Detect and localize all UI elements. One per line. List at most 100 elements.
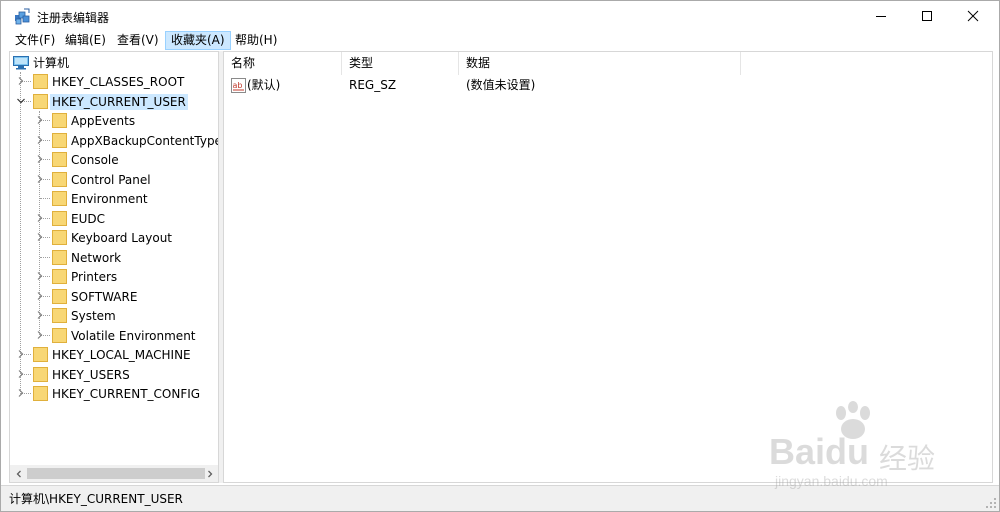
folder-icon <box>33 74 48 89</box>
menu-bar: 文件(F) 编辑(E) 查看(V) 收藏夹(A) 帮助(H) <box>1 31 999 50</box>
watermark-url: jingyan.baidu.com <box>775 473 888 489</box>
folder-icon <box>33 386 48 401</box>
menu-help[interactable]: 帮助(H) <box>230 31 282 50</box>
tree-label: HKEY_USERS <box>52 368 130 382</box>
list-header: 名称 类型 数据 <box>224 52 992 75</box>
tree-label: HKEY_CURRENT_CONFIG <box>52 387 201 401</box>
tree-item[interactable]: Console <box>10 150 218 169</box>
tree-label: Keyboard Layout <box>71 231 173 245</box>
key-tree-pane[interactable]: 计算机 HKEY_CLASSES_ROOT HKEY_CURRENT_USER Ap… <box>9 51 219 483</box>
folder-icon <box>52 133 67 148</box>
tree-item[interactable]: AppXBackupContentType <box>10 131 219 150</box>
watermark-brand: Baidu <box>769 431 870 472</box>
column-header-data[interactable]: 数据 <box>459 52 741 75</box>
chevron-right-icon[interactable] <box>16 76 26 86</box>
resize-grip-icon[interactable] <box>985 497 997 509</box>
folder-icon <box>33 94 48 109</box>
svg-text:ab: ab <box>233 81 243 90</box>
tree-item[interactable]: Keyboard Layout <box>10 228 218 247</box>
folder-icon <box>33 347 48 362</box>
maximize-button[interactable] <box>904 1 950 31</box>
status-path: 计算机\HKEY_CURRENT_USER <box>9 492 183 506</box>
value-name: (默认) <box>247 78 281 92</box>
tree-item[interactable]: SOFTWARE <box>10 287 218 306</box>
menu-edit[interactable]: 编辑(E) <box>60 31 111 50</box>
tree-label: SOFTWARE <box>71 290 138 304</box>
tree-label: HKEY_CLASSES_ROOT <box>52 75 185 89</box>
chevron-right-icon[interactable] <box>16 369 26 379</box>
folder-icon <box>52 191 67 206</box>
tree-item[interactable]: HKEY_CURRENT_USER <box>10 92 218 111</box>
tree-label: HKEY_LOCAL_MACHINE <box>52 348 191 362</box>
chevron-left-icon <box>16 470 21 477</box>
tree-item[interactable]: EUDC <box>10 209 218 228</box>
list-item[interactable]: ab (默认) REG_SZ (数值未设置) <box>224 76 992 95</box>
tree-label: Console <box>71 153 119 167</box>
tree-label: Printers <box>71 270 118 284</box>
tree-item[interactable]: HKEY_LOCAL_MACHINE <box>10 345 218 364</box>
tree-item[interactable]: AppEvents <box>10 111 218 130</box>
tree-item[interactable]: Printers <box>10 267 218 286</box>
folder-icon <box>33 367 48 382</box>
window-title: 注册表编辑器 <box>37 11 110 25</box>
chevron-down-icon[interactable] <box>16 96 26 106</box>
tree-item[interactable]: Environment <box>10 189 218 208</box>
scroll-left-button[interactable] <box>10 465 27 482</box>
tree-label: Control Panel <box>71 173 151 187</box>
watermark-suffix: 经验 <box>879 443 936 474</box>
tree-root-computer[interactable]: 计算机 <box>10 53 218 72</box>
string-value-icon: ab <box>231 78 246 93</box>
tree-label: HKEY_CURRENT_USER <box>50 94 188 110</box>
tree-label: AppXBackupContentType <box>71 134 219 148</box>
tree-item[interactable]: Network <box>10 248 218 267</box>
close-icon <box>967 10 979 22</box>
tree-label: Environment <box>71 192 148 206</box>
folder-icon <box>52 152 67 167</box>
chevron-right-icon[interactable] <box>35 310 45 320</box>
menu-file[interactable]: 文件(F) <box>10 31 60 50</box>
close-button[interactable] <box>950 1 996 31</box>
chevron-right-icon[interactable] <box>35 154 45 164</box>
folder-icon <box>52 269 67 284</box>
chevron-right-icon[interactable] <box>35 291 45 301</box>
folder-icon <box>52 250 67 265</box>
tree-label: 计算机 <box>33 56 70 70</box>
tree-item[interactable]: Control Panel <box>10 170 218 189</box>
title-bar[interactable]: 注册表编辑器 <box>1 1 999 31</box>
tree-label: EUDC <box>71 212 105 226</box>
baidu-jingyan-watermark: Baidu 经验 jingyan.baidu.com <box>761 401 961 496</box>
scroll-right-button[interactable] <box>201 465 218 482</box>
folder-icon <box>52 172 67 187</box>
menu-view[interactable]: 查看(V) <box>112 31 164 50</box>
maximize-icon <box>922 11 932 21</box>
tree-item[interactable]: HKEY_CURRENT_CONFIG <box>10 384 218 403</box>
folder-icon <box>52 113 67 128</box>
scroll-thumb[interactable] <box>27 468 205 479</box>
folder-icon <box>52 328 67 343</box>
minimize-button[interactable] <box>858 1 904 31</box>
tree-item[interactable]: Volatile Environment <box>10 326 218 345</box>
chevron-right-icon[interactable] <box>35 135 45 145</box>
folder-icon <box>52 211 67 226</box>
computer-icon <box>13 56 29 70</box>
chevron-right-icon[interactable] <box>35 232 45 242</box>
chevron-right-icon[interactable] <box>16 349 26 359</box>
chevron-right-icon[interactable] <box>35 330 45 340</box>
column-header-name[interactable]: 名称 <box>224 52 342 75</box>
value-data: (数值未设置) <box>466 78 536 92</box>
chevron-right-icon[interactable] <box>35 115 45 125</box>
tree-item[interactable]: HKEY_USERS <box>10 365 218 384</box>
chevron-right-icon[interactable] <box>35 271 45 281</box>
chevron-right-icon[interactable] <box>16 388 26 398</box>
tree-item[interactable]: HKEY_CLASSES_ROOT <box>10 72 218 91</box>
menu-favorites[interactable]: 收藏夹(A) <box>165 31 231 50</box>
column-header-type[interactable]: 类型 <box>342 52 459 75</box>
tree-item[interactable]: System <box>10 306 218 325</box>
tree-label: Network <box>71 251 122 265</box>
chevron-right-icon <box>207 470 212 477</box>
folder-icon <box>52 289 67 304</box>
tree-horizontal-scrollbar[interactable] <box>10 465 218 482</box>
chevron-right-icon[interactable] <box>35 174 45 184</box>
chevron-right-icon[interactable] <box>35 213 45 223</box>
folder-icon <box>52 308 67 323</box>
